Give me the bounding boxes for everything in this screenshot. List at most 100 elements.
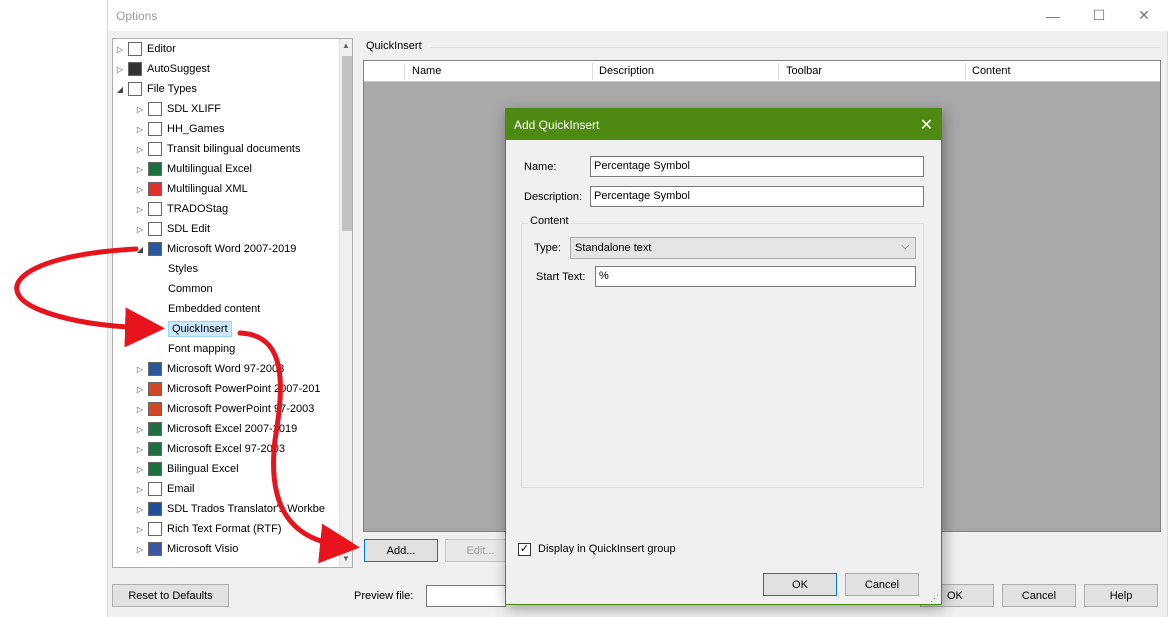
expander-icon[interactable]: ▷: [135, 445, 145, 454]
tree-item-label: Styles: [168, 263, 198, 275]
tree-item-label: Bilingual Excel: [167, 463, 239, 475]
tree-scrollbar[interactable]: ▲ ▼: [339, 39, 352, 567]
tree-item[interactable]: ▷ Multilingual XML: [135, 179, 248, 199]
quickinsert-group-label: QuickInsert: [366, 40, 422, 52]
minimize-icon: —: [1046, 7, 1060, 24]
tree-item[interactable]: ▷ Microsoft PowerPoint 2007-201: [135, 379, 320, 399]
options-tree[interactable]: ▷ Editor ▷ AutoSuggest ◢ File Types ▷ SDL XLIFF…: [112, 38, 353, 568]
expander-icon[interactable]: ▷: [135, 485, 145, 494]
scroll-down-icon[interactable]: ▼: [342, 554, 350, 563]
gear-icon: [128, 82, 142, 96]
column-separator: [965, 63, 966, 80]
help-button[interactable]: Help: [1084, 584, 1158, 607]
add-button[interactable]: Add...: [364, 539, 438, 562]
tree-item-label: Microsoft Excel 2007-2019: [167, 423, 298, 435]
edit-icon: [148, 222, 162, 236]
tree-item[interactable]: ▷ AutoSuggest: [115, 59, 210, 79]
description-field[interactable]: Percentage Symbol: [590, 186, 924, 207]
tree-item[interactable]: ▷ SDL Edit: [135, 219, 210, 239]
expander-icon[interactable]: ▷: [135, 225, 145, 234]
expander-icon[interactable]: ▷: [135, 425, 145, 434]
name-field[interactable]: Percentage Symbol: [590, 156, 924, 177]
dialog-close-button[interactable]: ✕: [912, 109, 941, 140]
tree-item[interactable]: ◢ File Types: [115, 79, 197, 99]
dialog-cancel-button[interactable]: Cancel: [845, 573, 919, 596]
dialog-ok-button[interactable]: OK: [763, 573, 837, 596]
tree-item-label: TRADOStag: [167, 203, 229, 215]
tree-item[interactable]: Common: [155, 279, 213, 299]
tree-item-label: Multilingual Excel: [167, 163, 252, 175]
expander-icon[interactable]: ▷: [135, 545, 145, 554]
tree-item-label: SDL Trados Translator's Workbe: [167, 503, 325, 515]
tree-item[interactable]: ▷ Multilingual Excel: [135, 159, 252, 179]
expander-icon[interactable]: ▷: [135, 365, 145, 374]
expander-icon[interactable]: ▷: [135, 465, 145, 474]
pen-icon: [128, 42, 142, 56]
minimize-button[interactable]: —: [1030, 0, 1076, 31]
dialog-cancel-label: Cancel: [864, 578, 900, 591]
tree-item-label: SDL XLIFF: [167, 103, 221, 115]
tree-item-label: Email: [167, 483, 195, 495]
reset-to-defaults-button[interactable]: Reset to Defaults: [112, 584, 229, 607]
tree-item[interactable]: Styles: [155, 259, 198, 279]
type-select[interactable]: Standalone text ⌵: [570, 237, 916, 259]
tree-item[interactable]: ▷ Microsoft Word 97-2003: [135, 359, 284, 379]
dialog-ok-label: OK: [792, 578, 808, 591]
expander-icon[interactable]: ▷: [135, 185, 145, 194]
start-text-field[interactable]: %: [595, 266, 916, 287]
scrollbar-thumb[interactable]: [342, 56, 352, 231]
checkmark-icon: ✓: [519, 543, 530, 555]
expander-icon[interactable]: ▷: [115, 45, 125, 54]
tree-item[interactable]: ◢ Microsoft Word 2007-2019: [135, 239, 296, 259]
tree-item[interactable]: Font mapping: [155, 339, 235, 359]
column-header-toolbar[interactable]: Toolbar: [786, 65, 822, 77]
expander-icon[interactable]: ▷: [135, 105, 145, 114]
tree-item[interactable]: ▷ TRADOStag: [135, 199, 228, 219]
tree-item[interactable]: ▷ Microsoft Excel 2007-2019: [135, 419, 297, 439]
visio-icon: [148, 542, 162, 556]
xml-icon: [148, 182, 162, 196]
expander-icon[interactable]: ▷: [135, 125, 145, 134]
tree-item-label: Transit bilingual documents: [167, 143, 301, 155]
tree-item[interactable]: ▷ SDL Trados Translator's Workbe: [135, 499, 325, 519]
resize-grip-icon[interactable]: ⋰: [930, 593, 939, 604]
expander-icon[interactable]: ▷: [115, 65, 125, 74]
expander-icon[interactable]: ▷: [135, 405, 145, 414]
expander-icon[interactable]: ▷: [135, 165, 145, 174]
expander-icon[interactable]: ▷: [135, 145, 145, 154]
tree-item-label: Microsoft PowerPoint 97-2003: [167, 403, 315, 415]
preview-file-input[interactable]: [426, 585, 506, 607]
expander-icon[interactable]: ◢: [115, 85, 125, 94]
cancel-button[interactable]: Cancel: [1002, 584, 1076, 607]
tree-item[interactable]: Embedded content: [155, 299, 260, 319]
tree-item[interactable]: ▷ HH_Games: [135, 119, 224, 139]
expander-icon[interactable]: ◢: [135, 245, 145, 254]
edit-button-label: Edit...: [466, 544, 495, 557]
column-header-content[interactable]: Content: [972, 65, 1011, 77]
tree-item[interactable]: ▷ Rich Text Format (RTF): [135, 519, 282, 539]
close-button[interactable]: ✕: [1121, 0, 1167, 31]
tree-item[interactable]: ▷ Transit bilingual documents: [135, 139, 301, 159]
expander-icon[interactable]: ▷: [135, 205, 145, 214]
column-header-name[interactable]: Name: [412, 65, 441, 77]
excel-icon: [148, 162, 162, 176]
tree-item[interactable]: ▷ Editor: [115, 39, 176, 59]
dialog-title: Add QuickInsert: [514, 118, 600, 132]
tree-item[interactable]: ▷ Microsoft Excel 97-2003: [135, 439, 285, 459]
tree-item[interactable]: ▷ SDL XLIFF: [135, 99, 221, 119]
tree-item-label: Font mapping: [168, 343, 236, 355]
tree-item-label: Embedded content: [168, 303, 261, 315]
maximize-button[interactable]: ☐: [1076, 0, 1122, 31]
expander-icon[interactable]: ▷: [135, 505, 145, 514]
display-in-group-checkbox[interactable]: ✓: [518, 543, 531, 556]
preview-file-label: Preview file:: [354, 590, 414, 602]
expander-icon[interactable]: ▷: [135, 525, 145, 534]
tree-item[interactable]: ▷ Microsoft PowerPoint 97-2003: [135, 399, 314, 419]
expander-icon[interactable]: ▷: [135, 385, 145, 394]
column-header-description[interactable]: Description: [599, 65, 654, 77]
scroll-up-icon[interactable]: ▲: [342, 41, 350, 50]
tree-item[interactable]: ▷ Email: [135, 479, 195, 499]
tree-item[interactable]: QuickInsert: [155, 319, 232, 339]
tree-item[interactable]: ▷ Microsoft Visio: [135, 539, 238, 559]
tree-item[interactable]: ▷ Bilingual Excel: [135, 459, 239, 479]
